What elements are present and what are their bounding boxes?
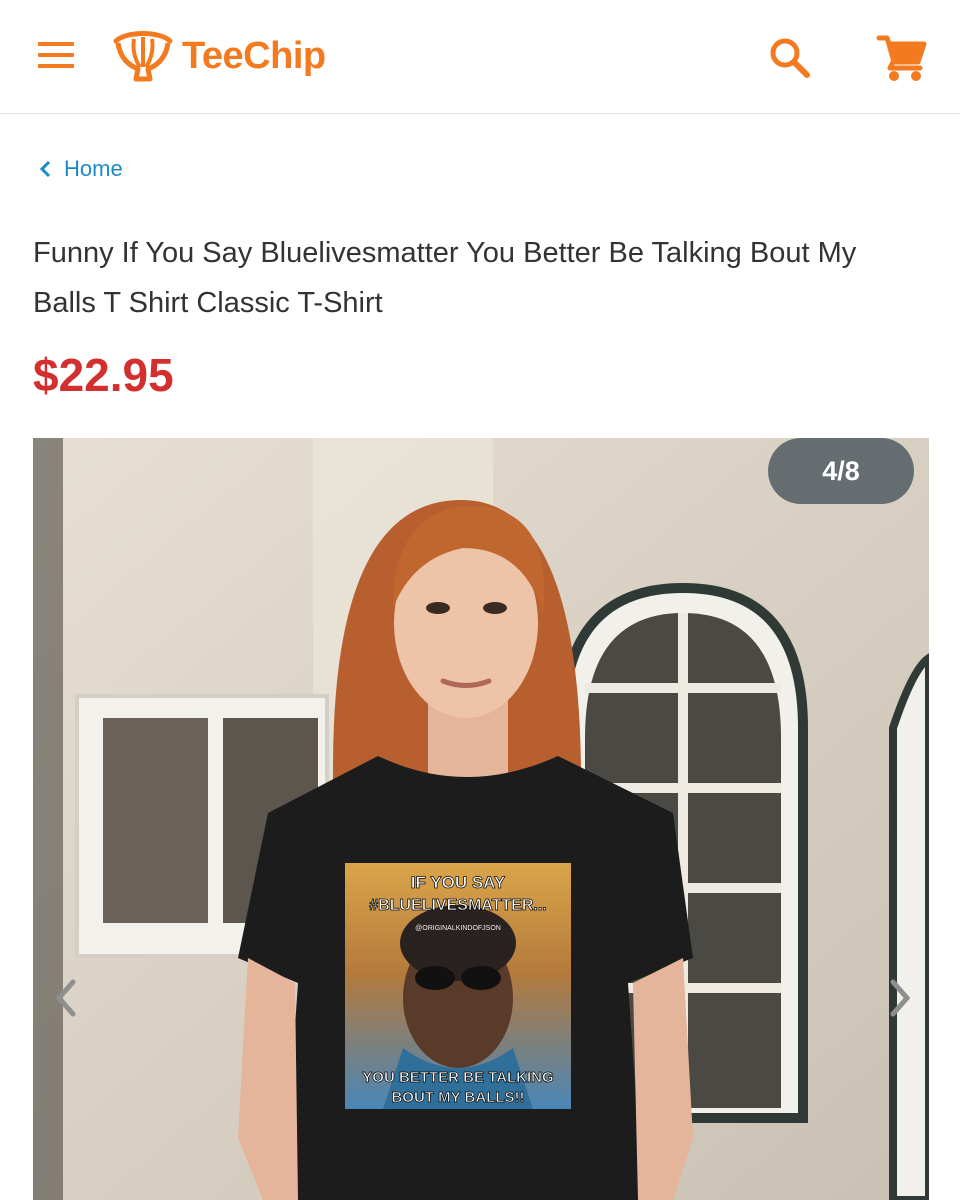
chevron-left-icon[interactable]	[47, 968, 87, 1028]
product-photo: IF YOU SAY #BLUELIVESMATTER... @ORIGINAL…	[33, 438, 929, 1200]
print-top-line-1: IF YOU SAY	[411, 873, 506, 892]
site-header: TeeChip	[0, 0, 960, 114]
product-title: Funny If You Say Bluelivesmatter You Bet…	[33, 237, 857, 319]
image-counter-badge: 4/8	[768, 438, 914, 504]
breadcrumb[interactable]: Home	[38, 156, 123, 182]
shopping-cart-icon[interactable]	[876, 32, 928, 84]
hamburger-menu-icon[interactable]	[36, 38, 78, 72]
teechip-logo[interactable]: TeeChip	[112, 28, 326, 84]
print-credit: @ORIGINALKINDOFJSON	[415, 925, 501, 932]
chevron-left-icon	[39, 160, 51, 178]
print-top-line-2: #BLUELIVESMATTER...	[369, 897, 547, 914]
brand-name: TeeChip	[182, 34, 326, 77]
print-bottom-line-2: BOUT MY BALLS!!	[391, 1089, 524, 1106]
breadcrumb-home-link[interactable]: Home	[64, 156, 123, 182]
search-icon[interactable]	[766, 34, 814, 82]
product-image-gallery[interactable]: IF YOU SAY #BLUELIVESMATTER... @ORIGINAL…	[33, 438, 929, 1200]
product-price: $22.95	[33, 349, 174, 401]
print-bottom-line-1: YOU BETTER BE TALKING	[362, 1069, 553, 1086]
chevron-right-icon[interactable]	[879, 968, 919, 1028]
teechip-logo-icon	[113, 31, 173, 82]
